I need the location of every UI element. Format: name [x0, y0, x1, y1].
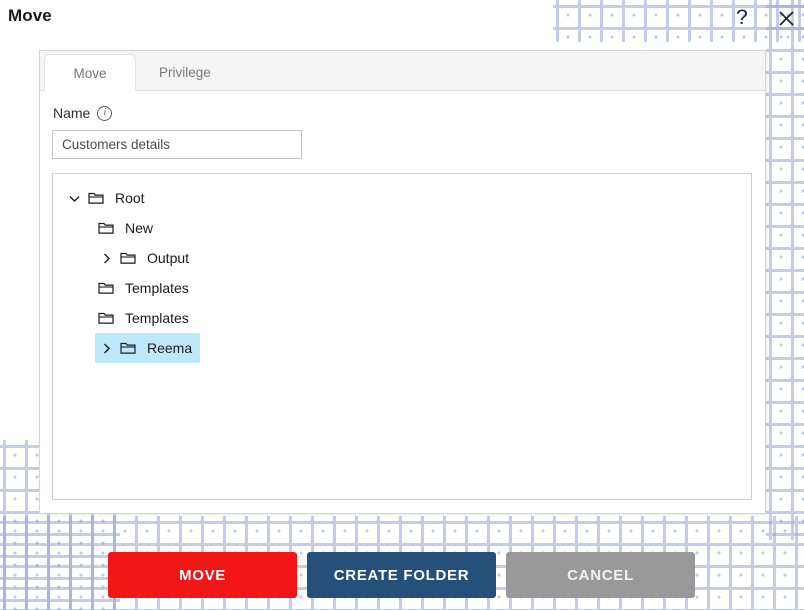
move-button[interactable]: MOVE [108, 552, 297, 598]
tree-node-label: Templates [125, 310, 189, 326]
help-icon[interactable]: ? [728, 4, 756, 32]
info-icon[interactable]: i [97, 105, 113, 121]
folder-icon [95, 221, 117, 235]
page-title: Move [8, 6, 52, 25]
tree-node-label: Output [147, 250, 190, 266]
tree-node-new[interactable]: New [95, 213, 161, 243]
tree-node-output[interactable]: Output [95, 243, 197, 273]
folder-icon [117, 251, 139, 265]
chevron-down-icon[interactable] [63, 192, 85, 205]
background-dot-pattern-right [766, 0, 804, 540]
folder-tree[interactable]: Root New Output Templates Templates Reem… [52, 173, 752, 500]
folder-icon [95, 311, 117, 325]
dialog-tab-bar: Move Privilege [40, 51, 765, 91]
move-dialog-panel: Move Privilege Name i Root [39, 50, 766, 514]
create-folder-button[interactable]: CREATE FOLDER [307, 552, 496, 598]
tree-node-label: New [125, 220, 154, 236]
name-label: Name [53, 105, 91, 121]
close-icon[interactable] [772, 4, 800, 32]
chevron-right-icon[interactable] [95, 342, 117, 355]
tab-privilege-label: Privilege [159, 65, 211, 80]
name-field-row: Name i [53, 105, 753, 121]
info-icon-glyph: i [103, 107, 107, 118]
background-dot-pattern-top-right [553, 0, 804, 42]
tree-node-root[interactable]: Root [63, 183, 153, 213]
tab-move[interactable]: Move [44, 54, 136, 91]
tree-node-label: Templates [125, 280, 189, 296]
tree-node-templates-1[interactable]: Templates [95, 273, 197, 303]
tab-privilege[interactable]: Privilege [136, 54, 234, 90]
tab-move-label: Move [73, 65, 107, 81]
folder-icon [85, 191, 107, 205]
cancel-button[interactable]: CANCEL [506, 552, 695, 598]
help-icon-glyph: ? [736, 6, 748, 29]
dialog-body: Name i Root New [40, 91, 765, 500]
folder-icon [95, 281, 117, 295]
tree-node-label: Reema [147, 340, 193, 356]
tree-node-label: Root [115, 190, 145, 206]
close-icon-glyph [778, 10, 794, 26]
tree-node-reema[interactable]: Reema [95, 333, 201, 363]
name-input[interactable] [52, 130, 302, 159]
chevron-right-icon[interactable] [95, 252, 117, 265]
dialog-footer: MOVE CREATE FOLDER CANCEL [108, 552, 695, 598]
folder-icon [117, 341, 139, 355]
tree-node-templates-2[interactable]: Templates [95, 303, 197, 333]
